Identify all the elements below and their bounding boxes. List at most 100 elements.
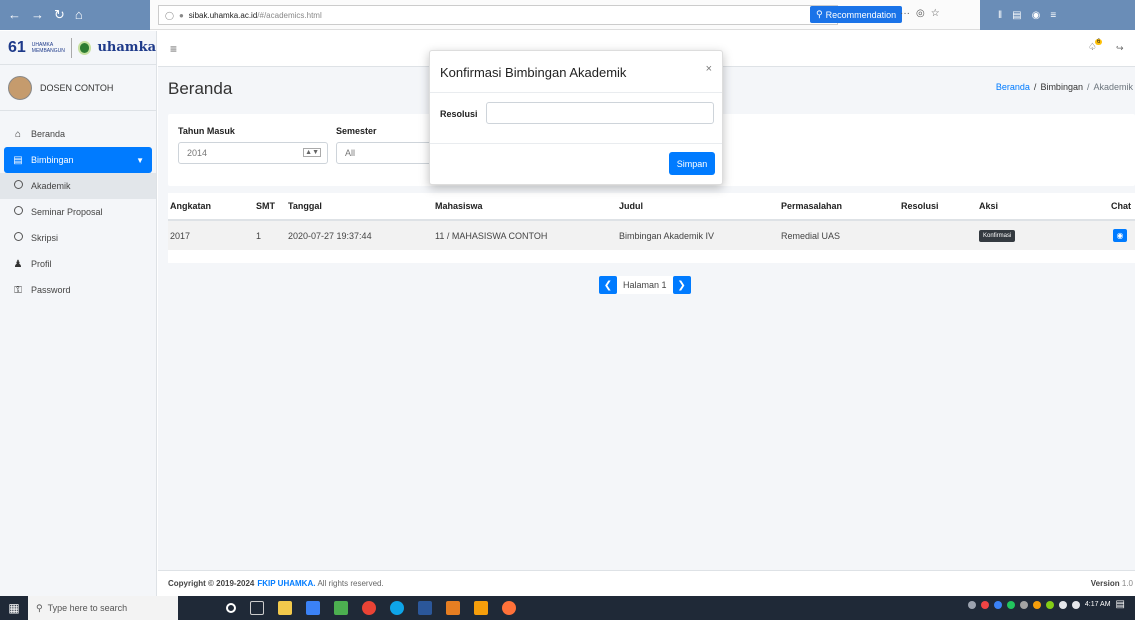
tahun-masuk-label: Tahun Masuk: [178, 126, 235, 136]
table-header-row: Angkatan SMT Tanggal Mahasiswa Judul Per…: [168, 193, 1135, 221]
pocket-icon[interactable]: ◎: [916, 8, 925, 19]
reload-icon[interactable]: ↻: [54, 7, 65, 23]
resolusi-label: Resolusi: [440, 109, 478, 119]
sidebar-item-profil[interactable]: ♟ Profil: [0, 251, 156, 277]
circle-icon: [12, 232, 24, 244]
breadcrumb: Beranda / Bimbingan / Akademik: [996, 82, 1133, 92]
tray-icon[interactable]: [993, 600, 1002, 609]
word-icon[interactable]: [418, 601, 432, 615]
column-header: Tanggal: [286, 193, 433, 221]
more-icon[interactable]: ···: [900, 8, 910, 19]
user-icon: ♟: [13, 258, 23, 270]
clock-time: 4:17 AM: [1084, 601, 1111, 608]
tray-icon[interactable]: [980, 600, 989, 609]
star-icon[interactable]: ☆: [931, 8, 940, 19]
sidebar-item-label: Bimbingan: [31, 155, 74, 165]
brand-logo-number: 61: [8, 38, 26, 56]
column-header: Resolusi: [899, 193, 977, 221]
next-page-button[interactable]: ❯: [672, 276, 691, 294]
search-icon: ⚲: [36, 602, 43, 613]
column-header: Chat: [1062, 193, 1135, 221]
browser-toolbar: ← → ↻ ⌂ ◯ ● sibak.uhamka.ac.id/#/academi…: [0, 0, 1135, 30]
firefox-icon[interactable]: [502, 601, 516, 615]
sidebar-menu: ⌂ Beranda ▤ Bimbingan ▼ Akademik Seminar…: [0, 121, 156, 303]
user-panel[interactable]: DOSEN CONTOH: [0, 65, 156, 111]
url-actions: ··· ◎ ☆: [900, 8, 940, 19]
sidebar-item-bimbingan[interactable]: ▤ Bimbingan ▼: [4, 147, 152, 173]
cortana-icon[interactable]: [226, 603, 236, 613]
account-icon[interactable]: ◉: [1032, 10, 1041, 21]
shield-icon: ◯: [165, 10, 174, 20]
sidebar-item-label: Akademik: [31, 181, 71, 191]
volume-icon[interactable]: [1058, 600, 1067, 609]
windows-start-icon[interactable]: ▦: [0, 596, 28, 620]
notifications-icon[interactable]: ▤: [1116, 599, 1125, 610]
library-icon[interactable]: ‖: [998, 10, 1002, 21]
sidebar-item-label: Password: [31, 285, 71, 295]
sidebar-item-password[interactable]: ⚿ Password: [0, 277, 156, 303]
column-header: Aksi: [977, 193, 1062, 221]
tray-icon[interactable]: [967, 600, 976, 609]
prev-page-button[interactable]: ❮: [599, 276, 617, 294]
guidance-table: Angkatan SMT Tanggal Mahasiswa Judul Per…: [168, 193, 1135, 250]
hamburger-icon[interactable]: ≡: [170, 42, 177, 56]
tray-icon[interactable]: [1032, 600, 1041, 609]
page-title: Beranda: [168, 79, 233, 98]
footer-org-link[interactable]: FKIP UHAMKA.: [257, 579, 315, 588]
windows-taskbar: ▦ ⚲ Type here to search 4:17 AM ▤: [0, 596, 1135, 620]
app-icon[interactable]: [474, 601, 488, 615]
sidebar-item-seminar-proposal[interactable]: Seminar Proposal: [0, 199, 156, 225]
recommendation-button[interactable]: ⚲ Recommendation: [810, 6, 903, 23]
cell-permasalahan: Remedial UAS: [779, 220, 899, 250]
breadcrumb-item-beranda[interactable]: Beranda: [996, 82, 1030, 92]
app-icon[interactable]: [334, 601, 348, 615]
file-explorer-icon[interactable]: [278, 601, 292, 615]
sidebar-item-label: Profil: [31, 259, 52, 269]
chrome-icon[interactable]: [362, 601, 376, 615]
cell-resolusi: [899, 220, 977, 250]
taskbar-clock[interactable]: 4:17 AM: [1085, 600, 1111, 609]
taskbar-search[interactable]: ⚲ Type here to search: [28, 596, 178, 620]
brand-divider: [70, 37, 72, 58]
brand[interactable]: 61 UHAMKA MEMBANGUN uhamka: [0, 31, 156, 65]
footer-version-label: Version: [1090, 579, 1120, 588]
circle-icon: [12, 206, 24, 218]
sidebar-item-akademik[interactable]: Akademik: [0, 173, 156, 199]
close-icon[interactable]: ×: [706, 63, 712, 75]
tray-icon[interactable]: [1006, 600, 1015, 609]
back-icon[interactable]: ←: [8, 7, 21, 22]
tray-icon[interactable]: [1045, 600, 1054, 609]
resolusi-input[interactable]: [486, 102, 714, 124]
breadcrumb-item-bimbingan[interactable]: Bimbingan: [1040, 82, 1083, 92]
sidebar-item-skripsi[interactable]: Skripsi: [0, 225, 156, 251]
konfirmasi-button[interactable]: Konfirmasi: [979, 230, 1016, 242]
tray-icon[interactable]: [1019, 600, 1028, 609]
url-bar[interactable]: ◯ ● sibak.uhamka.ac.id/#/academics.html: [158, 5, 838, 25]
recommendation-label: Recommendation: [825, 9, 897, 20]
sidebar: 61 UHAMKA MEMBANGUN uhamka DOSEN CONTOH …: [0, 31, 157, 596]
edge-icon[interactable]: [390, 601, 404, 615]
app-icon[interactable]: [446, 601, 460, 615]
simpan-button[interactable]: Simpan: [669, 152, 715, 175]
reader-icon[interactable]: ▤: [1012, 10, 1021, 21]
task-view-icon[interactable]: [250, 601, 264, 615]
logout-icon[interactable]: ↪: [1116, 43, 1124, 54]
home-icon[interactable]: ⌂: [75, 7, 83, 22]
cell-judul: Bimbingan Akademik IV: [617, 220, 779, 250]
network-icon[interactable]: [1071, 600, 1080, 609]
spinner-icon[interactable]: ▲▼: [303, 148, 321, 157]
tahun-masuk-input[interactable]: 2014 ▲▼: [178, 142, 328, 164]
footer-version-value: 1.0: [1121, 579, 1133, 588]
sidebar-item-beranda[interactable]: ⌂ Beranda: [0, 121, 156, 147]
footer-rights: All rights reserved.: [317, 579, 384, 588]
breadcrumb-separator: /: [1086, 82, 1090, 92]
footer-version: Version 1.0: [1091, 579, 1133, 588]
breadcrumb-separator: /: [1033, 82, 1037, 92]
circle-icon: [12, 180, 24, 192]
column-header: SMT: [254, 193, 286, 221]
forward-icon[interactable]: →: [31, 7, 44, 22]
store-icon[interactable]: [306, 601, 320, 615]
chat-eye-icon[interactable]: ◉: [1113, 229, 1127, 242]
cell-mahasiswa: 11 / MAHASISWA CONTOH: [433, 220, 617, 250]
menu-icon[interactable]: ≡: [1050, 10, 1056, 21]
